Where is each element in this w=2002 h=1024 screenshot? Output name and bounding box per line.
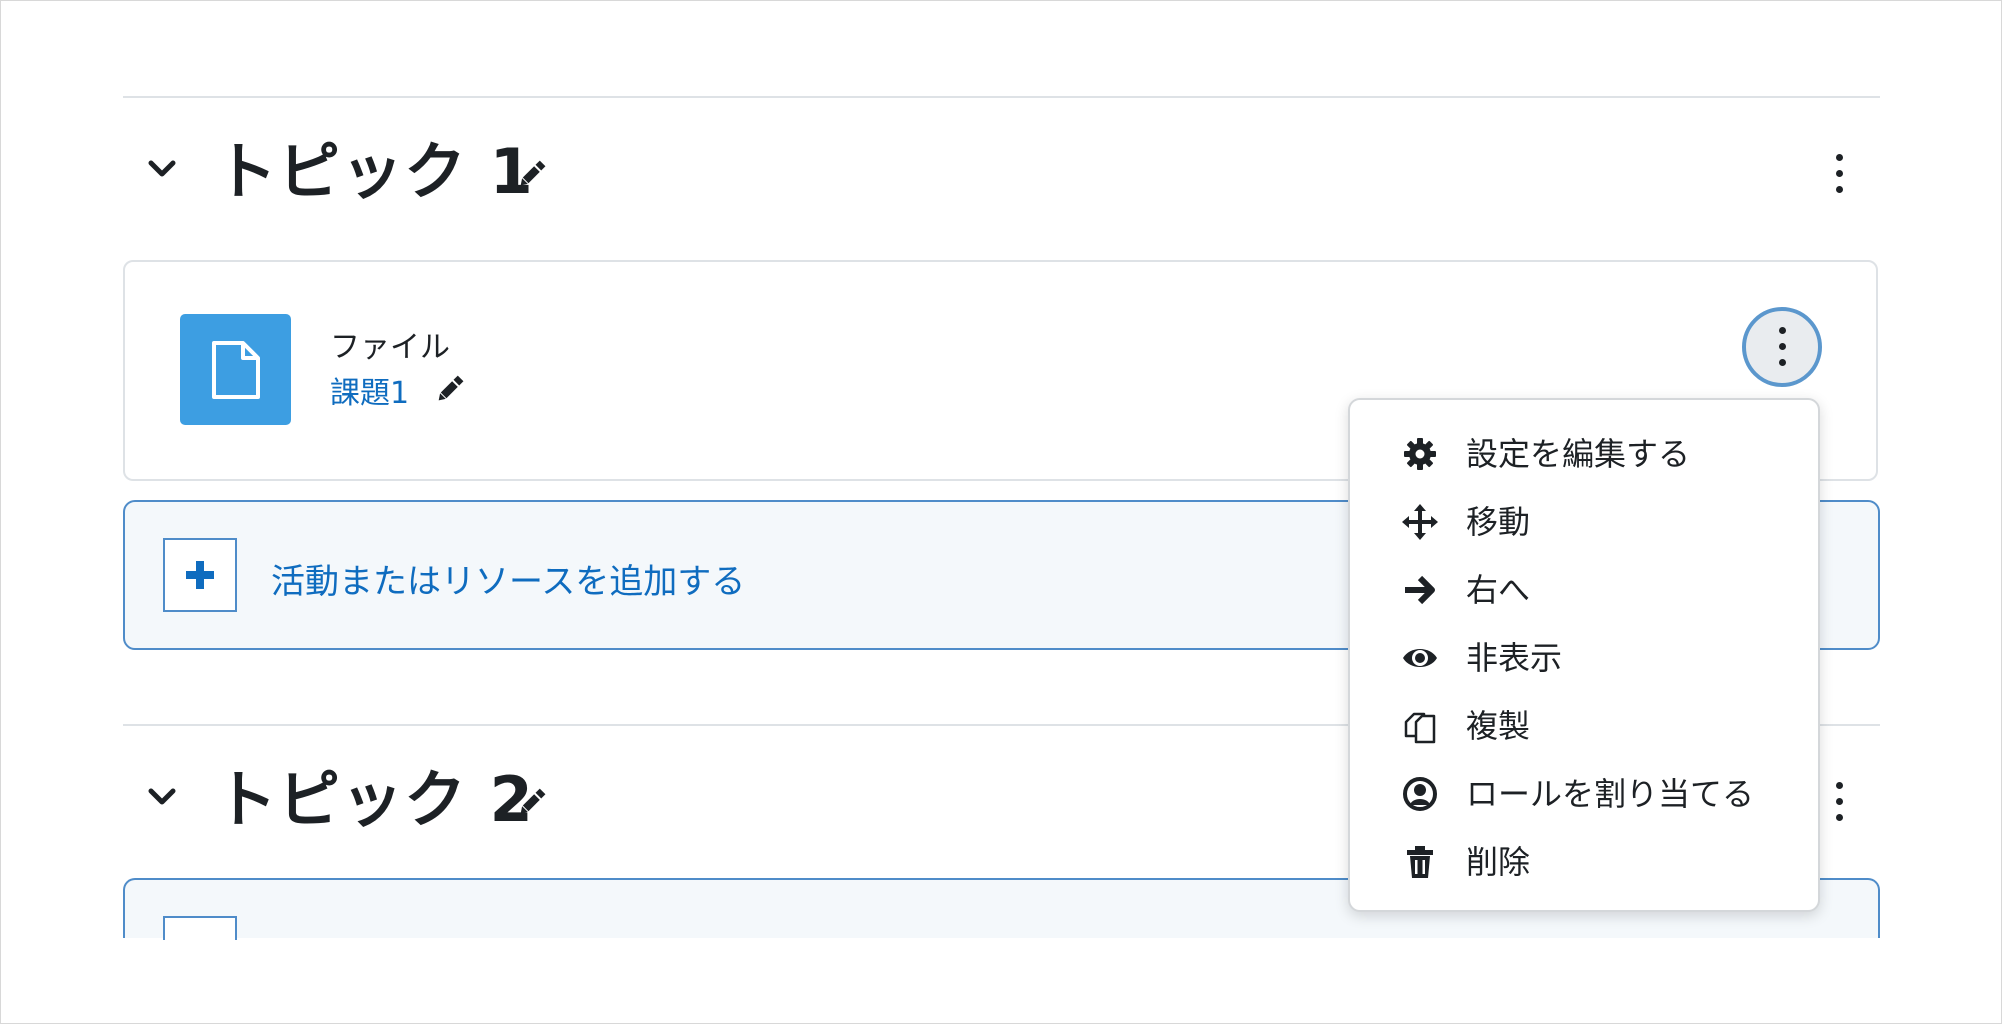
section-menu-kebab-icon[interactable] <box>1832 782 1846 822</box>
activity-name-link[interactable]: 課題1 <box>330 368 409 412</box>
eye-icon <box>1403 649 1437 667</box>
edit-pencil-icon[interactable] <box>433 372 467 406</box>
trash-icon <box>1407 846 1433 878</box>
menu-item-label: 削除 <box>1466 843 1531 881</box>
menu-item-assign-roles[interactable]: ロールを割り当てる <box>1350 760 1818 826</box>
user-circle-icon <box>1403 777 1437 811</box>
chevron-down-icon[interactable] <box>145 151 179 185</box>
menu-item-label: 右へ <box>1466 571 1531 609</box>
plus-icon <box>163 538 237 612</box>
menu-item-move[interactable]: 移動 <box>1350 488 1818 554</box>
edit-pencil-icon[interactable] <box>515 785 549 819</box>
menu-item-edit-settings[interactable]: 設定を編集する <box>1350 420 1818 486</box>
gear-icon <box>1404 438 1436 470</box>
menu-item-label: 移動 <box>1466 503 1531 541</box>
section-header-1: トピック 1 <box>123 127 1880 217</box>
menu-item-label: 設定を編集する <box>1466 435 1691 473</box>
activity-menu-button[interactable] <box>1742 307 1822 387</box>
menu-item-label: 複製 <box>1466 707 1531 745</box>
menu-item-label: 非表示 <box>1466 639 1563 677</box>
menu-item-hide[interactable]: 非表示 <box>1350 624 1818 690</box>
menu-item-duplicate[interactable]: 複製 <box>1350 692 1818 758</box>
menu-item-delete[interactable]: 削除 <box>1350 828 1818 894</box>
chevron-down-icon[interactable] <box>145 779 179 813</box>
section-title[interactable]: トピック 1 <box>215 127 534 217</box>
menu-item-label: ロールを割り当てる <box>1466 775 1755 813</box>
section-title[interactable]: トピック 2 <box>215 755 534 845</box>
add-activity-label: 活動またはリソースを追加する <box>271 562 746 602</box>
arrow-right-icon <box>1405 575 1435 605</box>
edit-pencil-icon[interactable] <box>515 157 549 191</box>
file-icon <box>180 314 291 425</box>
activity-type-label: ファイル <box>330 330 450 365</box>
plus-icon <box>163 916 237 940</box>
menu-item-move-right[interactable]: 右へ <box>1350 556 1818 622</box>
kebab-icon <box>1775 327 1789 367</box>
section-menu-kebab-icon[interactable] <box>1832 154 1846 194</box>
activity-action-menu: 設定を編集する 移動 右へ 非表示 複製 ロールを割り当てる 削除 <box>1348 398 1820 912</box>
section-divider <box>123 96 1880 98</box>
move-arrows-icon <box>1402 504 1438 540</box>
duplicate-icon <box>1404 712 1436 744</box>
